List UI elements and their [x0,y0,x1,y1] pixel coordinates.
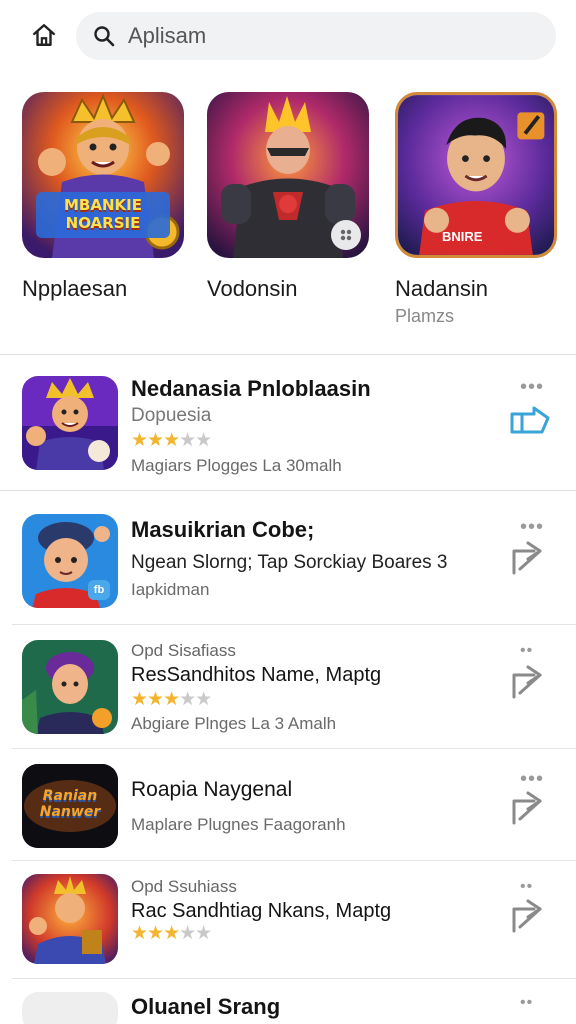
row-divider [12,748,576,749]
app-meta: Abgiare Plnges La 3 Amalh [131,714,337,733]
shirt-text: BNIRE [442,229,483,244]
app-developer: Opd Sisafiass [131,641,236,660]
list-item[interactable]: Ranian Nanwer Roapia Naygenal Maplare Plu… [0,764,576,860]
app-subtitle: Ngean Slorng; Tap Sorckiay Boares 3 [131,552,448,573]
app-title[interactable]: Nedanasia Pnloblaasin [131,376,371,402]
app-icon[interactable]: fb [22,514,118,608]
app-title[interactable]: Rac Sandhtiag Nkans, Maptg [131,900,391,923]
featured-title-3[interactable]: Nadansin [395,276,488,302]
game-logo-text: Ranian Nanwer [22,788,118,820]
logo-line-2: Nanwer [39,804,101,820]
featured-thumbnail-1[interactable]: MBANKIE NOARSIE [22,92,184,258]
more-options-icon[interactable]: •• [520,878,533,896]
featured-title-1[interactable]: Npplaesan [22,276,127,302]
featured-thumbnail-3[interactable]: BNIRE [395,92,557,258]
share-icon[interactable] [508,540,552,576]
app-meta: Magiars Plogges La 30malh [131,456,342,475]
star-rating: ★★★★★ [131,430,212,451]
featured-card-2[interactable]: Vodonsin [207,92,377,301]
app-title[interactable]: Roapia Naygenal [131,778,292,802]
search-input[interactable] [128,23,508,49]
app-icon[interactable]: Ranian Nanwer [22,764,118,848]
list-item[interactable]: Nedanasia Pnloblaasin Dopuesia ★★★★★ Mag… [0,376,576,490]
logo-line-2: NOARSIE [65,214,141,232]
game-logo-text: MBANKIE NOARSIE [38,196,168,232]
search-bar[interactable] [76,12,556,60]
more-options-icon[interactable]: ••• [520,516,544,539]
featured-subtitle-3: Plamzs [395,306,455,326]
featured-card-1[interactable]: MBANKIE NOARSIE Npplaesan [22,92,192,301]
row-divider [12,978,576,979]
app-meta: Maplare Plugnes Faagoranh [131,815,346,834]
featured-card-3[interactable]: BNIRE Nadansin Plamzs [395,92,565,326]
list-item[interactable]: Opd Ssuhiass Rac Sandhtiag Nkans, Maptg … [0,874,576,978]
list-item[interactable]: Oluanel Srang •• [0,992,576,1024]
list-item[interactable]: Opd Sisafiass ResSandhitos Name, Maptg ★… [0,640,576,748]
star-rating: ★★★★★ [131,923,212,944]
share-icon[interactable] [508,790,552,826]
featured-title-2[interactable]: Vodonsin [207,276,298,302]
app-icon[interactable] [22,376,118,470]
row-divider [12,624,576,625]
app-title[interactable]: Masuikrian Cobe; [131,517,314,543]
row-divider [0,490,576,491]
app-title[interactable]: ResSandhitos Name, Maptg [131,664,381,687]
section-divider [0,354,576,355]
app-icon[interactable] [22,874,118,964]
more-apps-icon[interactable] [331,220,361,250]
logo-line-1: MBANKIE [64,196,142,214]
featured-thumbnail-2[interactable] [207,92,369,258]
star-rating: ★★★★★ [131,689,212,710]
app-meta: Iapkidman [131,580,210,599]
app-icon[interactable] [22,640,118,734]
more-options-icon[interactable]: •• [520,642,533,660]
featured-section: MBANKIE NOARSIE Npplaesan Vodonsin BNIRE… [0,92,576,354]
app-title[interactable]: Oluanel Srang [131,994,280,1020]
home-icon [33,24,55,46]
more-options-icon[interactable]: •• [520,994,533,1012]
app-icon[interactable] [22,992,118,1024]
app-badge-icon [88,440,110,462]
share-icon[interactable] [508,664,552,700]
share-icon[interactable] [508,404,552,440]
more-options-icon[interactable]: ••• [520,768,544,791]
app-developer: Opd Ssuhiass [131,877,237,896]
app-subtitle: Dopuesia [131,405,212,426]
home-button[interactable] [20,12,68,58]
more-options-icon[interactable]: ••• [520,376,544,399]
share-icon[interactable] [508,898,552,934]
search-icon [92,24,116,48]
row-divider [12,860,576,861]
logo-line-1: Ranian [42,788,98,804]
list-item[interactable]: fb Masuikrian Cobe; Ngean Slorng; Tap So… [0,514,576,624]
app-badge-icon: fb [88,580,110,600]
top-bar [0,0,576,72]
